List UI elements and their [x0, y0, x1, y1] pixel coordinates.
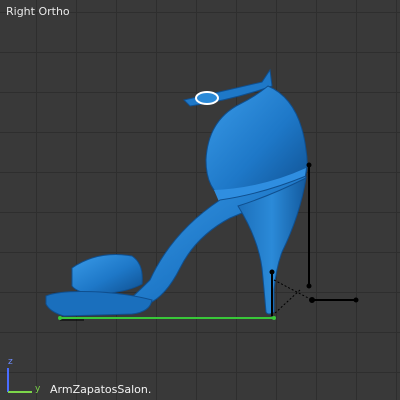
- z-axis-label: z: [8, 357, 13, 367]
- bone-joint[interactable]: [306, 162, 312, 168]
- selected-bone[interactable]: [58, 316, 276, 321]
- axis-gizmo: z y: [7, 357, 41, 394]
- bone-joint[interactable]: [306, 283, 312, 289]
- bone-link-dashed-2: [273, 289, 301, 315]
- bone-joint[interactable]: [353, 297, 359, 303]
- y-axis-label: y: [35, 384, 41, 394]
- shoe-model[interactable]: [45, 68, 308, 317]
- active-object-label: ArmZapatosSalon.: [50, 383, 152, 396]
- bone-joint[interactable]: [269, 269, 275, 275]
- viewport-scene[interactable]: z y: [0, 0, 400, 400]
- strap-buckle[interactable]: [195, 91, 219, 105]
- 3d-viewport[interactable]: Right Ortho z y ArmZapatosSalon.: [0, 0, 400, 400]
- toe-strap[interactable]: [71, 254, 143, 295]
- bone-joint[interactable]: [309, 297, 315, 303]
